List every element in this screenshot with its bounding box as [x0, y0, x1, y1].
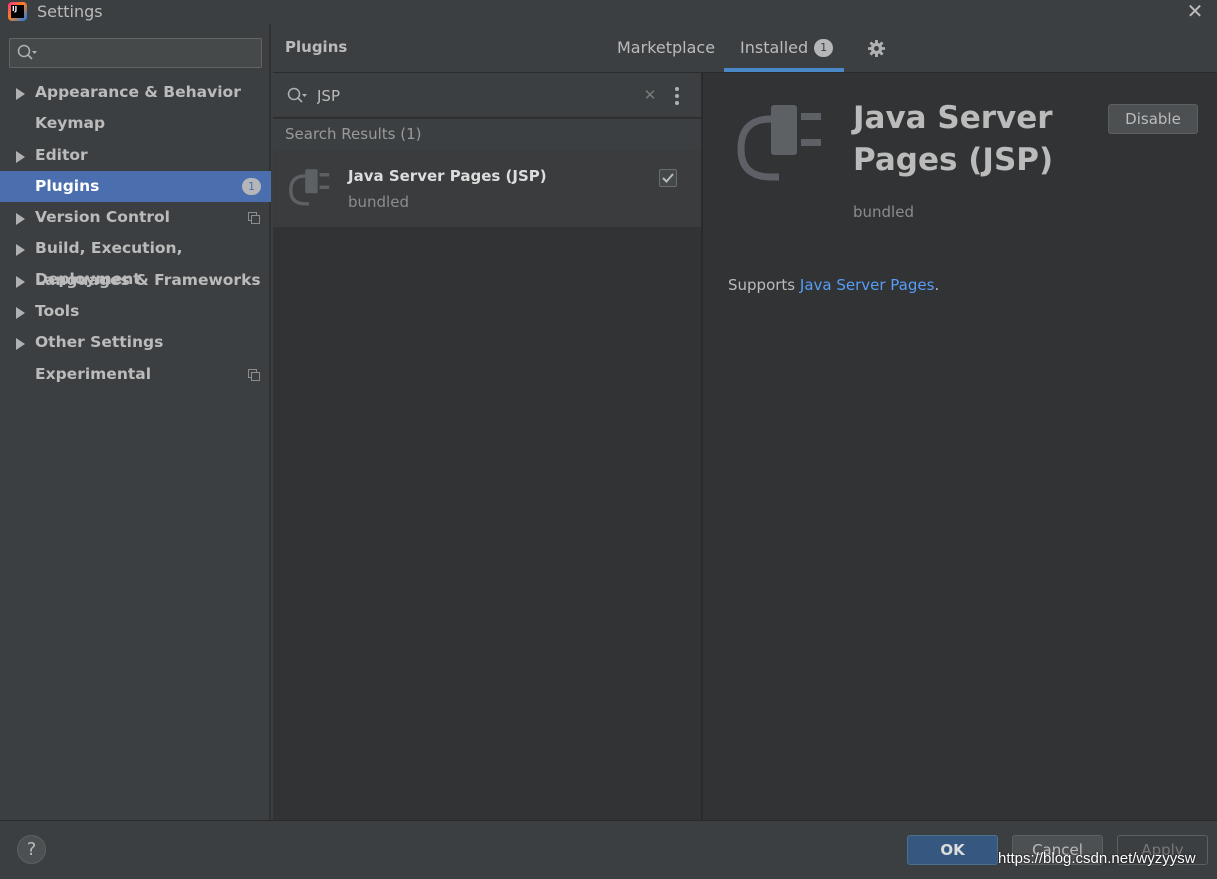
- sidebar-item-label: Languages & Frameworks: [35, 270, 261, 289]
- sidebar-item-other-settings[interactable]: Other Settings: [0, 327, 271, 358]
- expand-arrow-icon[interactable]: [16, 88, 25, 100]
- sidebar-item-build-execution-deployment[interactable]: Build, Execution, Deployment: [0, 233, 271, 288]
- close-icon[interactable]: ✕: [1185, 0, 1205, 22]
- more-options-icon[interactable]: [670, 85, 684, 107]
- sidebar-item-label: Other Settings: [35, 333, 164, 352]
- sidebar-item-label: Experimental: [35, 364, 152, 383]
- title-bar: IJ Settings ✕: [0, 0, 1217, 24]
- sidebar-item-label: Plugins: [35, 176, 100, 195]
- plugin-search-field[interactable]: ✕: [273, 73, 701, 118]
- plugin-plug-icon: [289, 169, 330, 206]
- plugin-detail-panel: Java Server Pages (JSP) bundled Disable …: [703, 73, 1217, 820]
- description-prefix: Supports: [728, 276, 800, 294]
- settings-sidebar: Appearance & Behavior Keymap Editor Plugins…: [0, 24, 271, 820]
- settings-search-input[interactable]: [42, 42, 257, 64]
- expand-arrow-icon[interactable]: [16, 275, 25, 288]
- project-level-icon: [248, 368, 260, 381]
- plugin-bundled-label: bundled: [348, 193, 409, 211]
- sidebar-item-appearance-behavior[interactable]: Appearance & Behavior: [0, 77, 271, 108]
- sidebar-item-version-control[interactable]: Version Control: [0, 202, 271, 233]
- plugin-list-panel: ✕ Search Results (1) Java Server Pages (…: [273, 73, 701, 820]
- installed-count-badge: 1: [814, 39, 834, 57]
- sidebar-item-label: Keymap: [35, 114, 106, 133]
- tab-label: Installed: [740, 38, 809, 57]
- clear-search-icon[interactable]: ✕: [643, 85, 657, 105]
- search-icon: [17, 44, 37, 60]
- expand-arrow-icon[interactable]: [16, 213, 25, 226]
- help-button[interactable]: ?: [17, 835, 46, 864]
- tab-marketplace[interactable]: Marketplace: [617, 38, 715, 57]
- dialog-footer: ? OK Cancel Apply https://blog.csdn.net/…: [0, 820, 1217, 879]
- active-tab-indicator: [724, 68, 844, 72]
- plugin-enabled-checkbox[interactable]: [659, 169, 677, 187]
- java-server-pages-link[interactable]: Java Server Pages: [800, 276, 935, 294]
- sidebar-item-experimental[interactable]: Experimental: [0, 359, 271, 390]
- expand-arrow-icon[interactable]: [16, 150, 25, 163]
- sidebar-item-languages-frameworks[interactable]: Languages & Frameworks: [0, 265, 271, 296]
- sidebar-item-label: Tools: [35, 302, 80, 321]
- plugin-detail-title: Java Server Pages (JSP): [853, 100, 1054, 178]
- ok-button[interactable]: OK: [907, 835, 998, 865]
- sidebar-item-tools[interactable]: Tools: [0, 296, 271, 327]
- window-title: Settings: [37, 2, 103, 21]
- logo-text: IJ: [11, 5, 24, 18]
- tab-label: Marketplace: [617, 38, 716, 57]
- plugins-header: Plugins Marketplace Installed 1: [273, 24, 1217, 73]
- expand-arrow-icon[interactable]: [16, 244, 25, 257]
- search-icon: [287, 87, 307, 103]
- expand-arrow-icon[interactable]: [16, 338, 25, 351]
- plugin-name: Java Server Pages (JSP): [348, 167, 547, 185]
- intellij-logo-icon: IJ: [8, 2, 27, 21]
- watermark-url: https://blog.csdn.net/wyzyysw: [998, 850, 1196, 867]
- plugins-page-title: Plugins: [285, 38, 348, 56]
- settings-dialog: IJ Settings ✕ Appearance & Behavior Keyma…: [0, 0, 1217, 879]
- search-results-header: Search Results (1): [273, 119, 701, 150]
- disable-button[interactable]: Disable: [1108, 104, 1198, 134]
- plugin-detail-bundled: bundled: [853, 203, 914, 221]
- settings-search-field[interactable]: [9, 38, 262, 68]
- settings-nav-tree: Appearance & Behavior Keymap Editor Plugins…: [0, 77, 271, 390]
- plugin-list-item[interactable]: Java Server Pages (JSP) bundled: [273, 150, 701, 227]
- expand-arrow-icon[interactable]: [16, 307, 25, 320]
- plugin-search-input[interactable]: [317, 84, 637, 108]
- sidebar-item-label: Version Control: [35, 208, 170, 227]
- checkmark-icon: [662, 173, 674, 183]
- tab-installed[interactable]: Installed 1: [740, 38, 834, 57]
- plugin-description: Supports Java Server Pages.: [728, 276, 939, 294]
- plugin-plug-icon: [737, 105, 821, 181]
- sidebar-item-label: Editor: [35, 145, 88, 164]
- plugins-count-badge: 1: [242, 177, 261, 195]
- sidebar-item-plugins[interactable]: Plugins 1: [0, 170, 271, 203]
- sidebar-item-label: Appearance & Behavior: [35, 83, 241, 101]
- gear-icon[interactable]: [867, 39, 886, 58]
- sidebar-item-keymap[interactable]: Keymap: [0, 108, 271, 139]
- description-suffix: .: [934, 276, 940, 294]
- sidebar-item-editor[interactable]: Editor: [0, 140, 271, 171]
- project-level-icon: [248, 212, 260, 225]
